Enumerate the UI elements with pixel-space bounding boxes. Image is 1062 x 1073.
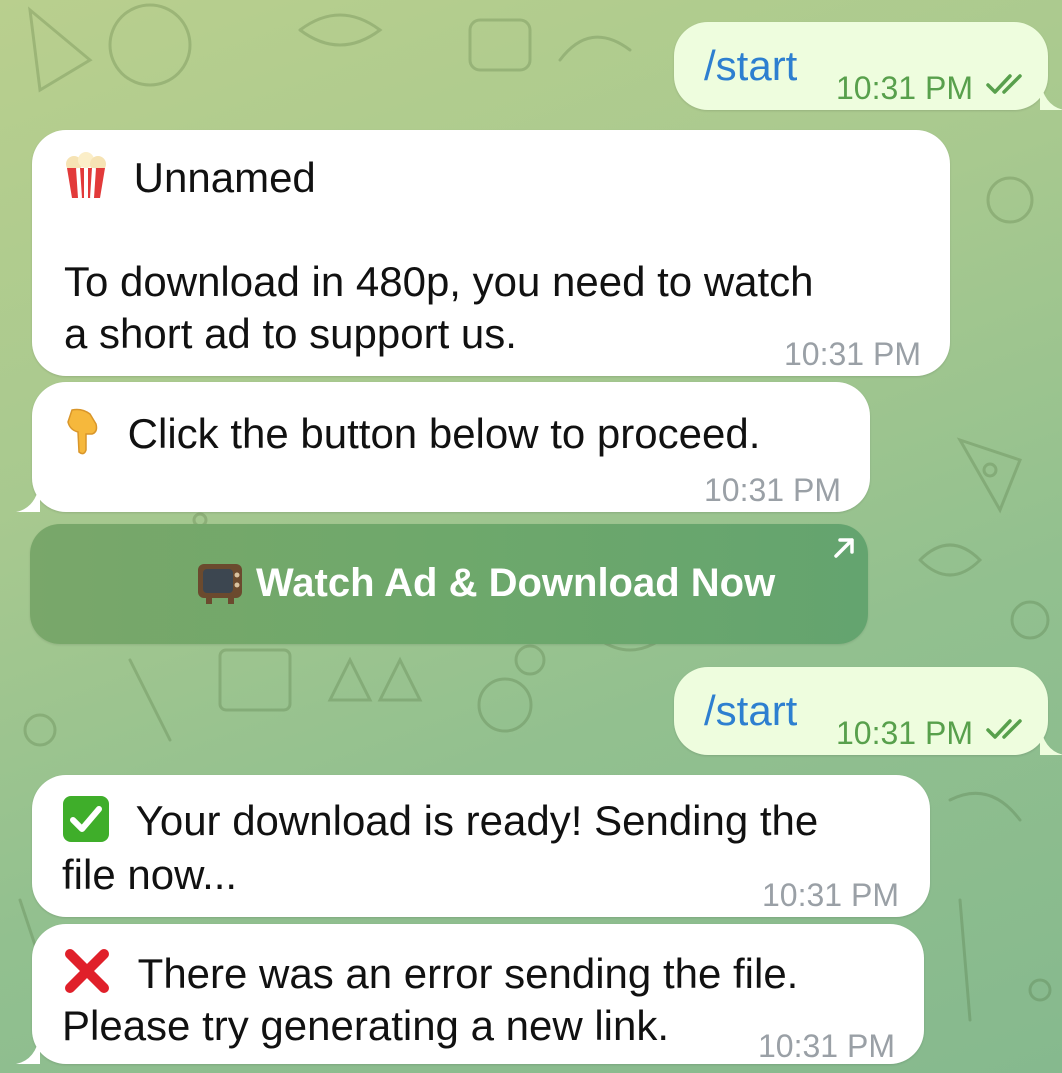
start-command-link[interactable]: /start: [704, 685, 797, 737]
check-mark-button-icon: [63, 796, 109, 842]
television-icon: [198, 564, 242, 604]
outgoing-message[interactable]: /start 10:31 PM: [674, 667, 1048, 755]
message-time: 10:31 PM: [836, 715, 973, 751]
chat-area[interactable]: /start 10:31 PM Unnamed To download in 4…: [0, 0, 1062, 1073]
popcorn-icon: [66, 152, 106, 199]
message-title: Unnamed: [133, 154, 316, 201]
cross-mark-icon: [65, 949, 109, 993]
bubble-tail: [1040, 725, 1062, 755]
message-time: 10:31 PM: [784, 336, 921, 372]
message-time: 10:31 PM: [704, 472, 841, 508]
double-check-icon: [986, 719, 1022, 739]
message-text-line: a short ad to support us.: [64, 310, 517, 357]
watch-ad-download-button[interactable]: Watch Ad & Download Now: [30, 524, 868, 644]
double-check-icon: [986, 74, 1022, 94]
button-label: Watch Ad & Download Now: [256, 560, 776, 605]
bubble-tail: [16, 1034, 40, 1064]
message-text-line: There was an error sending the file.: [137, 950, 799, 997]
message-text: Click the button below to proceed.: [127, 410, 761, 457]
message-time: 10:31 PM: [758, 1028, 895, 1064]
bubble-tail: [16, 482, 40, 512]
incoming-message[interactable]: Click the button below to proceed. 10:31…: [32, 382, 870, 512]
start-command-link[interactable]: /start: [704, 40, 797, 92]
outgoing-message[interactable]: /start 10:31 PM: [674, 22, 1048, 110]
incoming-message[interactable]: Unnamed To download in 480p, you need to…: [32, 130, 950, 376]
message-text-line: Your download is ready! Sending the: [135, 797, 819, 844]
pointing-down-hand-icon: [67, 408, 98, 455]
bubble-tail: [1040, 80, 1062, 110]
external-arrow-icon: [834, 538, 854, 558]
message-text-line: To download in 480p, you need to watch: [64, 258, 814, 305]
incoming-message[interactable]: Your download is ready! Sending the file…: [32, 775, 930, 917]
message-text-line: Please try generating a new link.: [62, 1002, 670, 1049]
incoming-message[interactable]: There was an error sending the file. Ple…: [32, 924, 924, 1064]
message-text-line: file now...: [62, 851, 238, 898]
message-time: 10:31 PM: [762, 877, 899, 913]
message-time: 10:31 PM: [836, 70, 973, 106]
